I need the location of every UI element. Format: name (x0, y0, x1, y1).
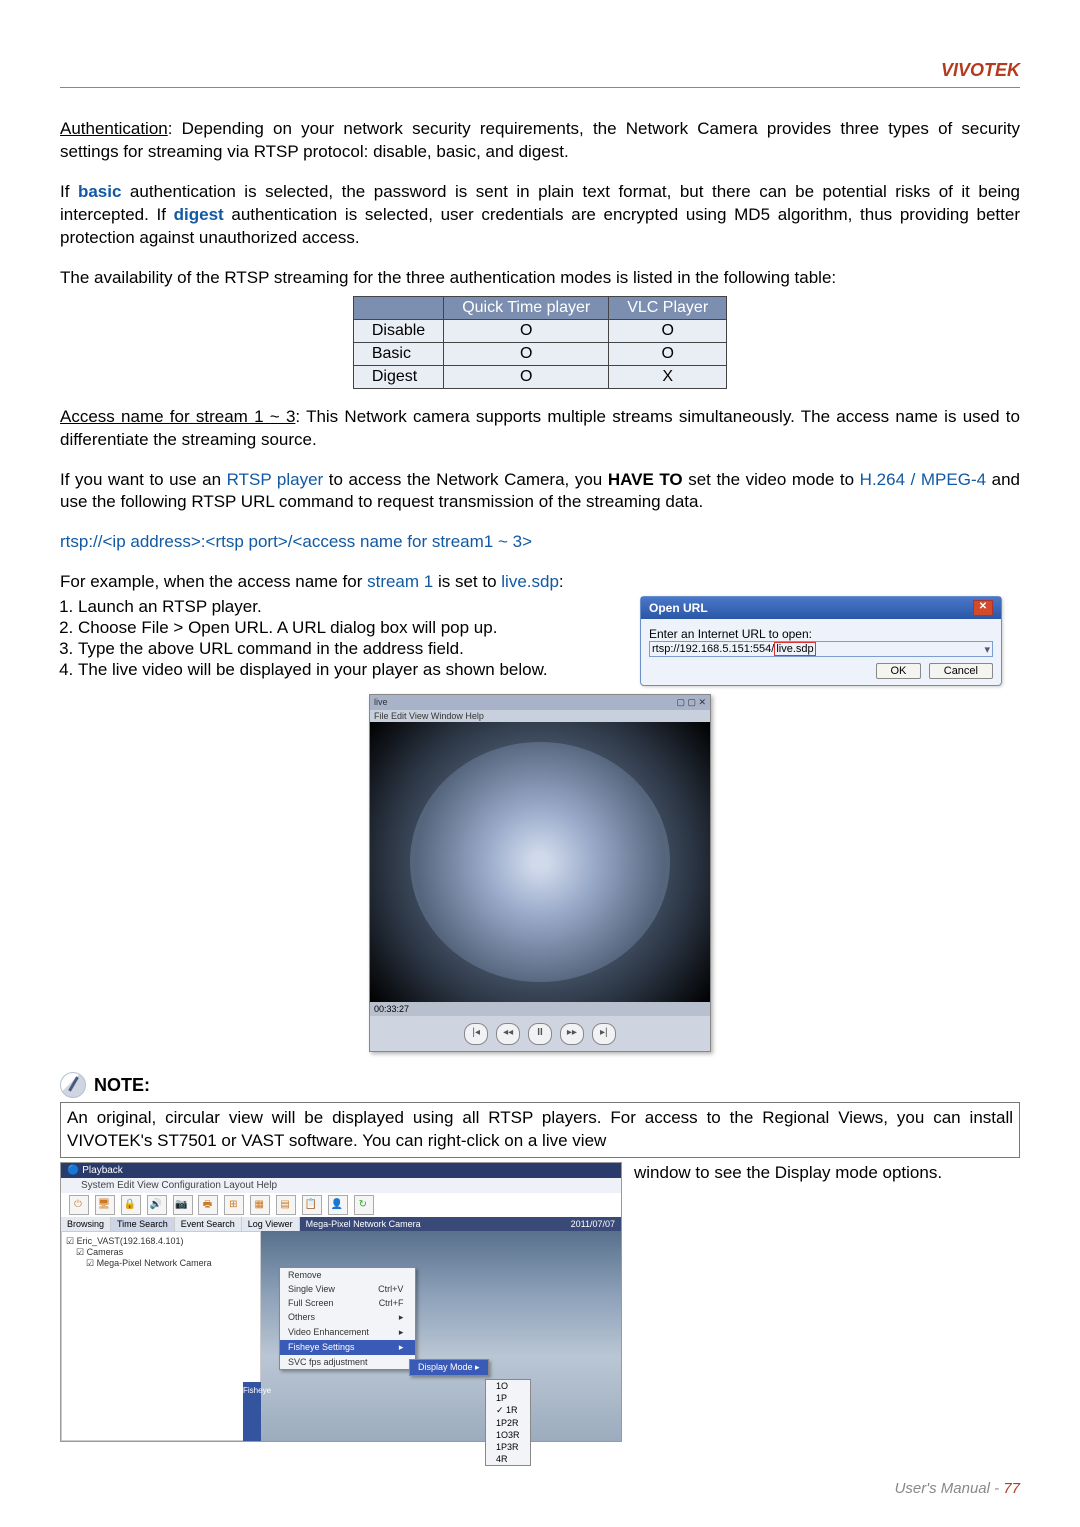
table-row: BasicOO (353, 342, 726, 365)
para-table-lead: The availability of the RTSP streaming f… (60, 267, 1020, 290)
table-row: DigestOX (353, 365, 726, 388)
cancel-button[interactable]: Cancel (929, 663, 993, 679)
para-auth-modes: If basic authentication is selected, the… (60, 181, 1020, 250)
menu-item-fisheye[interactable]: Fisheye Settings▸ (280, 1340, 415, 1355)
heading-accessname: Access name for stream 1 ~ 3 (60, 407, 295, 426)
rewind-icon[interactable]: ◂◂ (496, 1023, 520, 1045)
tab-logviewer[interactable]: Log Viewer (242, 1217, 300, 1231)
prev-icon[interactable]: |◂ (464, 1023, 488, 1045)
video-date: 2011/07/07 (571, 1219, 615, 1229)
toolbar[interactable]: ⏻ 🖥 🔒 🔊 📷 🖶 ⊞ ▦ ▤ 📋 👤 ↻ (61, 1193, 621, 1217)
table-row: DisableOO (353, 319, 726, 342)
menu-item[interactable]: Full ScreenCtrl+F (280, 1296, 415, 1310)
monitor-icon[interactable]: 🖥 (95, 1195, 115, 1215)
tile-icon[interactable]: ▦ (250, 1195, 270, 1215)
player-title: live (374, 697, 388, 708)
vast-title: Playback (82, 1165, 123, 1176)
mode-item[interactable]: ✓ 1R (486, 1404, 530, 1417)
note-box: An original, circular view will be displ… (60, 1102, 1020, 1158)
lock-icon[interactable]: 🔒 (121, 1195, 141, 1215)
vast-playback-window: 🔵 Playback System Edit View Configuratio… (60, 1162, 622, 1442)
note-continuation: window to see the Display mode options. (634, 1162, 942, 1440)
context-menu: Remove Single ViewCtrl+V Full ScreenCtrl… (279, 1267, 416, 1370)
tree-item[interactable]: ☑ Mega-Pixel Network Camera (66, 1258, 256, 1269)
steps-list: Launch an RTSP player. Choose File > Ope… (60, 597, 620, 680)
refresh-icon[interactable]: ↻ (354, 1195, 374, 1215)
app-icon: 🔵 (67, 1165, 79, 1176)
window-controls[interactable]: ▢ ▢ ✕ (676, 697, 706, 708)
tab-browsing[interactable]: Browsing (61, 1217, 111, 1231)
close-icon[interactable]: ✕ (973, 600, 993, 616)
mode-item[interactable]: 1O (486, 1380, 530, 1392)
grid-icon[interactable]: ⊞ (224, 1195, 244, 1215)
rtsp-url-format: rtsp://<ip address>:<rtsp port>/<access … (60, 531, 1020, 554)
mode-item[interactable]: 1P3R (486, 1441, 530, 1453)
footer: User's Manual - 77 (895, 1480, 1020, 1497)
display-mode-menu: 1O 1P ✓ 1R 1P2R 1O3R 1P3R 4R (485, 1379, 531, 1466)
menu-item[interactable]: Video Enhancement▸ (280, 1325, 415, 1340)
menu-item[interactable]: Single ViewCtrl+V (280, 1282, 415, 1296)
list-item: Launch an RTSP player. (78, 597, 620, 617)
vast-menu[interactable]: System Edit View Configuration Layout He… (61, 1178, 621, 1193)
submenu: Display Mode ▸ (409, 1359, 489, 1376)
tree-item[interactable]: ☑ Cameras (66, 1247, 256, 1258)
clipboard-icon[interactable]: 📋 (302, 1195, 322, 1215)
speaker-icon[interactable]: 🔊 (147, 1195, 167, 1215)
list-item: Choose File > Open URL. A URL dialog box… (78, 618, 620, 638)
rtsp-player-window: live ▢ ▢ ✕ File Edit View Window Help 00… (369, 694, 711, 1052)
mode-item[interactable]: 4R (486, 1453, 530, 1465)
mode-item[interactable]: 1P (486, 1392, 530, 1404)
menu-item[interactable]: SVC fps adjustment (280, 1355, 415, 1369)
para-auth: Authentication: Depending on your networ… (60, 118, 1020, 164)
pause-icon[interactable]: II (528, 1023, 552, 1045)
layout-icon[interactable]: ▤ (276, 1195, 296, 1215)
fisheye-video (370, 722, 710, 1002)
player-menu[interactable]: File Edit View Window Help (370, 710, 710, 722)
menu-item[interactable]: Others▸ (280, 1310, 415, 1325)
url-field[interactable]: rtsp://192.168.5.151:554/live.sdp ▾ (649, 641, 993, 657)
device-tree[interactable]: ☑ Eric_VAST(192.168.4.101) ☑ Cameras ☑ M… (61, 1231, 261, 1441)
menu-item[interactable]: Remove (280, 1268, 415, 1282)
user-icon[interactable]: 👤 (328, 1195, 348, 1215)
mode-item[interactable]: 1O3R (486, 1429, 530, 1441)
pencil-icon (60, 1072, 86, 1098)
forward-icon[interactable]: ▸▸ (560, 1023, 584, 1045)
player-time: 00:33:27 (374, 1004, 409, 1014)
para-rtsp-player: If you want to use an RTSP player to acc… (60, 469, 1020, 515)
list-item: Type the above URL command in the addres… (78, 639, 620, 659)
divider (60, 87, 1020, 88)
player-controls: |◂ ◂◂ II ▸▸ ▸| (370, 1016, 710, 1051)
chevron-down-icon[interactable]: ▾ (984, 643, 990, 656)
heading-auth: Authentication (60, 119, 168, 138)
video-title: Mega-Pixel Network Camera (306, 1219, 421, 1229)
brand-logo: VIVOTEK (60, 60, 1020, 81)
para-accessname: Access name for stream 1 ~ 3: This Netwo… (60, 406, 1020, 452)
tab-eventsearch[interactable]: Event Search (175, 1217, 242, 1231)
dialog-title-text: Open URL (649, 601, 708, 615)
dialog-label: Enter an Internet URL to open: (649, 627, 993, 641)
auth-compat-table: Quick Time player VLC Player DisableOO B… (353, 296, 727, 389)
para-example: For example, when the access name for st… (60, 571, 1020, 594)
power-icon[interactable]: ⏻ (69, 1195, 89, 1215)
list-item: The live video will be displayed in your… (78, 660, 620, 680)
note-heading: NOTE: (94, 1075, 150, 1096)
mode-item[interactable]: 1P2R (486, 1417, 530, 1429)
next-icon[interactable]: ▸| (592, 1023, 616, 1045)
open-url-dialog: Open URL ✕ Enter an Internet URL to open… (640, 596, 1002, 686)
ok-button[interactable]: OK (876, 663, 922, 679)
tab-timesearch[interactable]: Time Search (111, 1217, 175, 1231)
camera-icon[interactable]: 📷 (173, 1195, 193, 1215)
submenu-item-displaymode[interactable]: Display Mode ▸ (410, 1360, 488, 1375)
printer-icon[interactable]: 🖶 (198, 1195, 218, 1215)
tree-item[interactable]: ☑ Eric_VAST(192.168.4.101) (66, 1236, 256, 1247)
live-video-panel[interactable]: Fisheye Remove Single ViewCtrl+V Full Sc… (261, 1231, 621, 1441)
fisheye-tab[interactable]: Fisheye (243, 1382, 261, 1441)
